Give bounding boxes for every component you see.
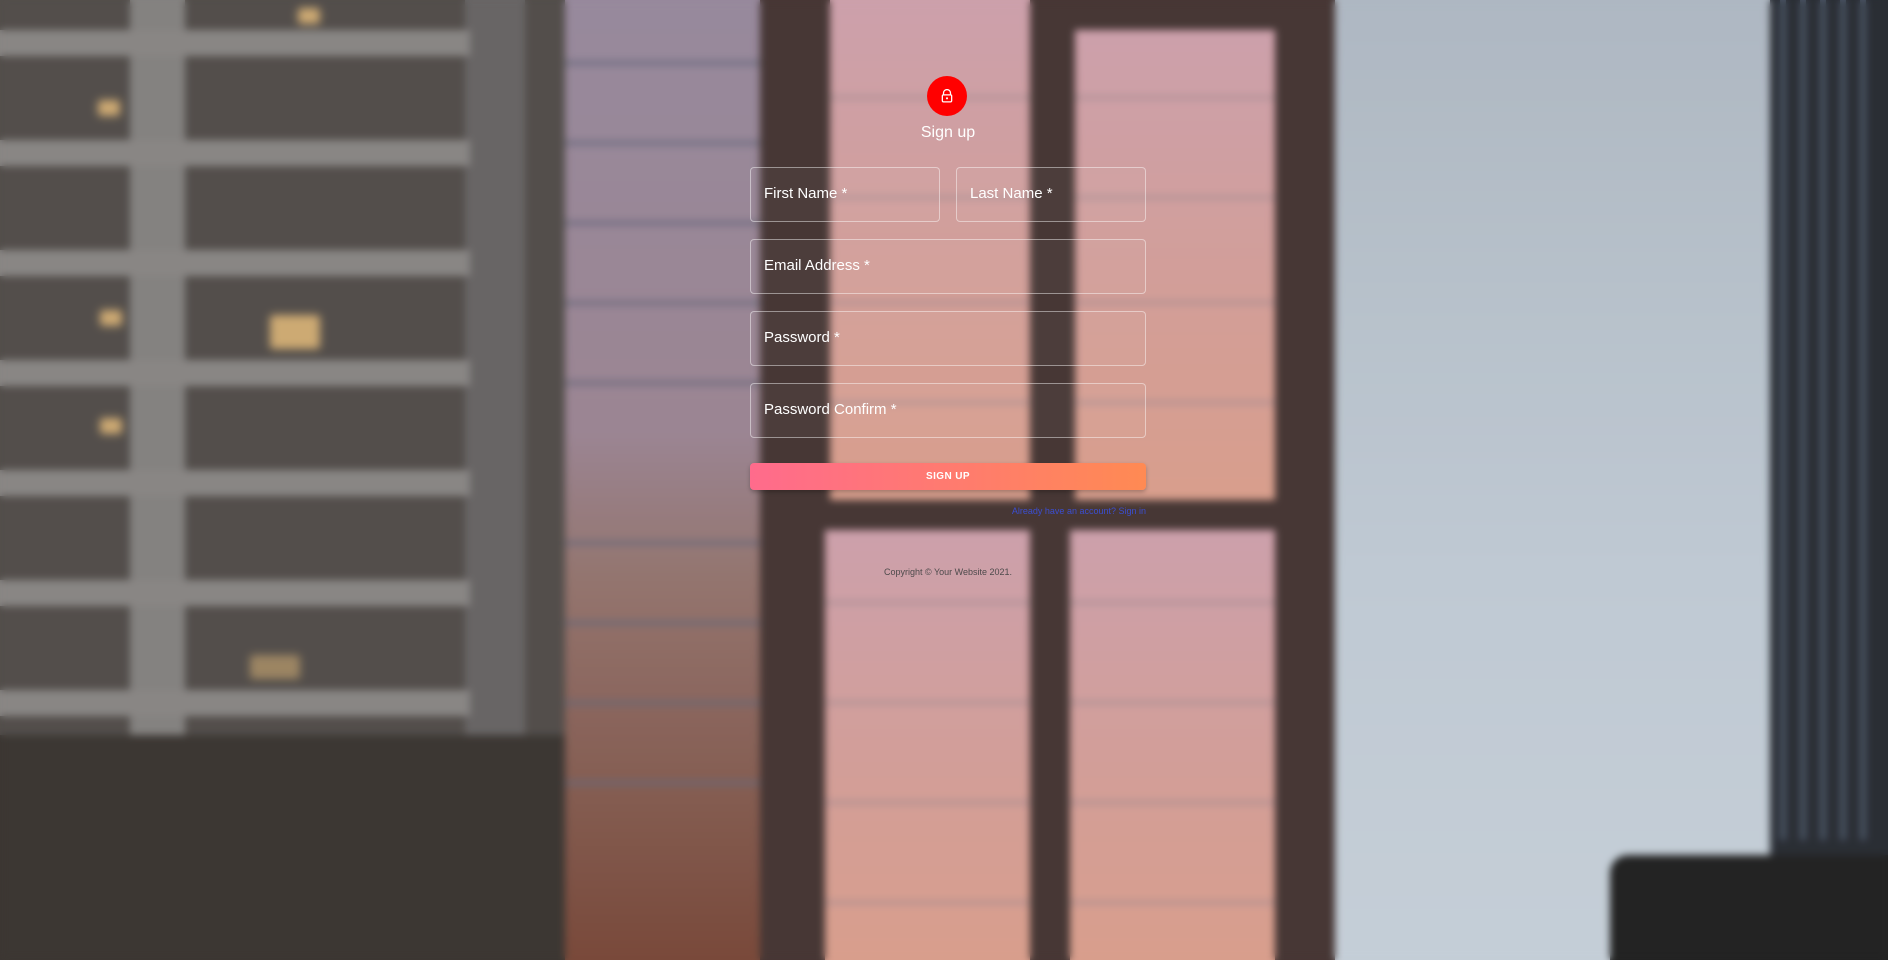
password-confirm-field[interactable]: Password Confirm * bbox=[750, 383, 1146, 438]
page-title: Sign up bbox=[920, 124, 976, 141]
sign-in-link[interactable]: Already have an account? Sign in bbox=[1012, 506, 1146, 516]
email-field[interactable]: Email Address * bbox=[750, 239, 1146, 294]
first-name-field[interactable]: First Name * bbox=[750, 167, 940, 222]
last-name-field[interactable]: Last Name * bbox=[956, 167, 1146, 222]
copyright-text: Copyright © Your Website 2021. bbox=[883, 567, 1013, 577]
password-confirm-label: Password Confirm * bbox=[764, 401, 897, 418]
lock-outline-icon bbox=[941, 89, 953, 103]
password-label: Password * bbox=[764, 329, 840, 346]
email-label: Email Address * bbox=[764, 257, 870, 274]
first-name-label: First Name * bbox=[764, 185, 848, 202]
password-field[interactable]: Password * bbox=[750, 311, 1146, 366]
sign-up-button[interactable]: SIGN UP bbox=[750, 463, 1146, 490]
last-name-label: Last Name * bbox=[970, 185, 1053, 202]
avatar bbox=[927, 76, 967, 116]
